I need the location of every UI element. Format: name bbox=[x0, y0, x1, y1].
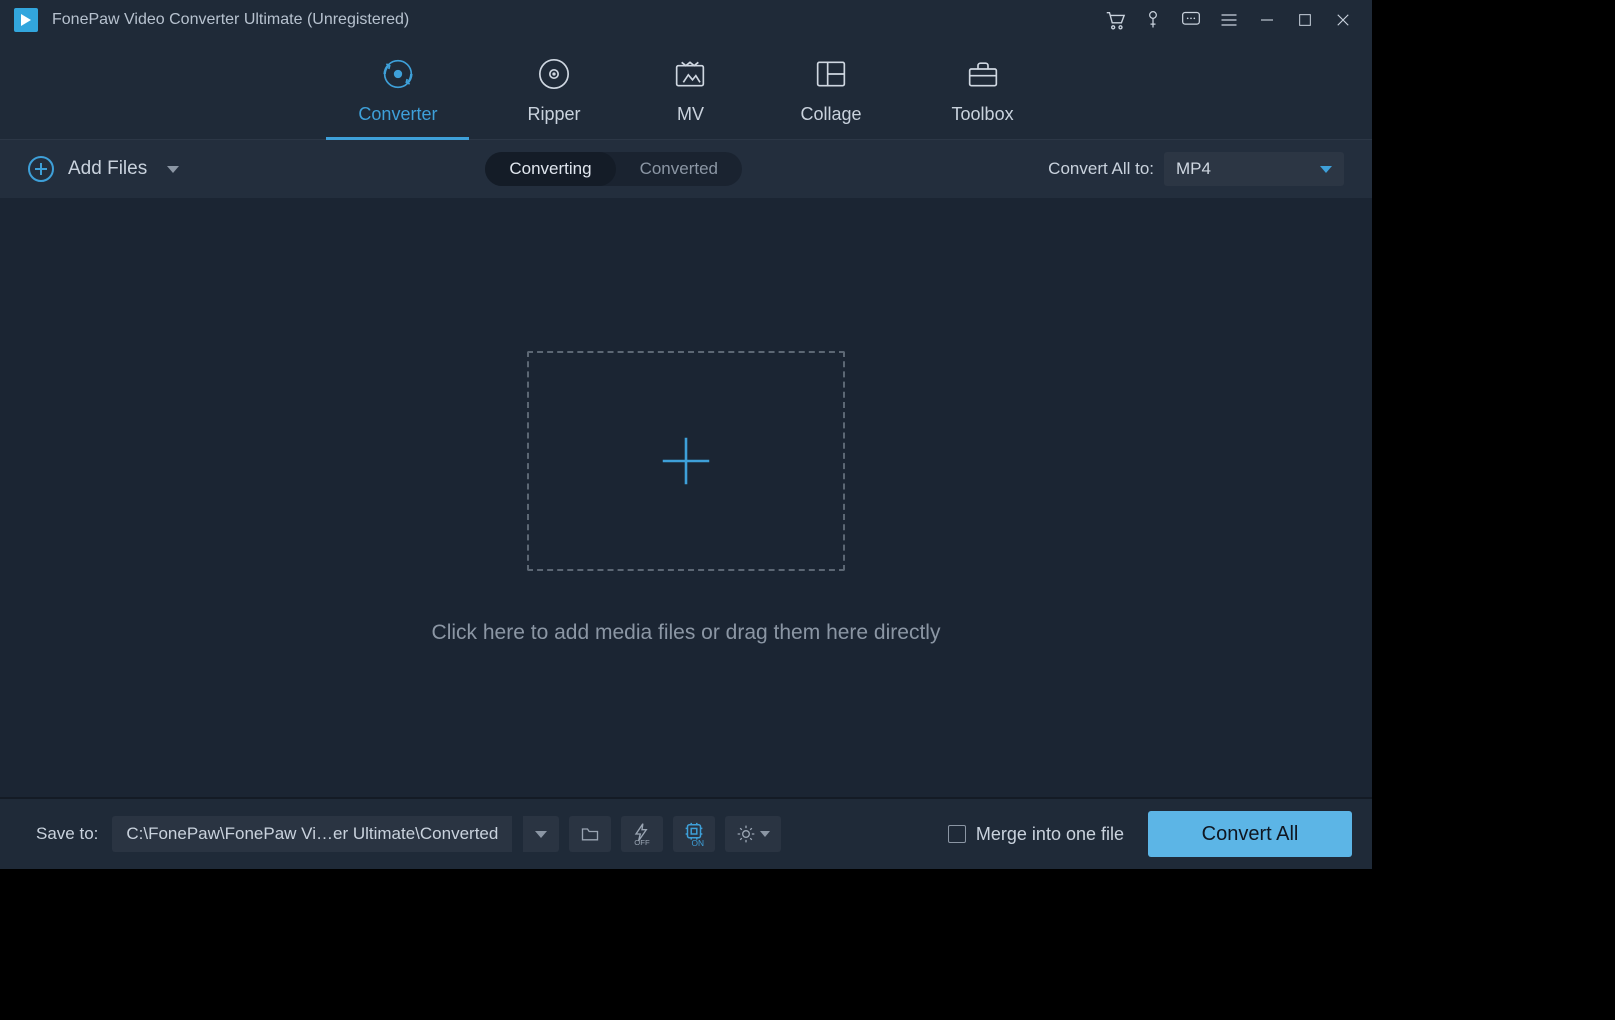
merge-label: Merge into one file bbox=[976, 824, 1124, 845]
close-icon bbox=[1334, 11, 1352, 29]
convert-all-button[interactable]: Convert All bbox=[1148, 811, 1352, 857]
save-to-path[interactable]: C:\FonePaw\FonePaw Vi…er Ultimate\Conver… bbox=[112, 816, 512, 852]
bottom-bar: Save to: C:\FonePaw\FonePaw Vi…er Ultima… bbox=[0, 797, 1372, 869]
tab-converter[interactable]: Converter bbox=[358, 54, 437, 139]
plus-circle-icon bbox=[28, 156, 54, 182]
add-files-button[interactable]: Add Files bbox=[28, 156, 179, 182]
save-to-dropdown[interactable] bbox=[523, 816, 559, 852]
plus-icon bbox=[655, 430, 717, 492]
cart-button[interactable] bbox=[1096, 0, 1134, 40]
key-icon bbox=[1143, 9, 1163, 31]
register-button[interactable] bbox=[1134, 0, 1172, 40]
tab-ripper[interactable]: Ripper bbox=[527, 54, 580, 139]
svg-text:OFF: OFF bbox=[635, 838, 651, 846]
segment-converted[interactable]: Converted bbox=[616, 152, 742, 186]
toolbox-icon bbox=[963, 54, 1003, 94]
collage-icon bbox=[811, 54, 851, 94]
cart-icon bbox=[1104, 9, 1126, 31]
module-tabs: Converter Ripper MV Collage Toolbox bbox=[0, 40, 1372, 140]
segment-converting[interactable]: Converting bbox=[485, 152, 615, 186]
chevron-down-icon bbox=[535, 831, 547, 838]
folder-icon bbox=[579, 824, 601, 844]
add-media-dropzone[interactable] bbox=[527, 351, 845, 571]
convert-all-to-label: Convert All to: bbox=[1048, 159, 1154, 179]
svg-text:ON: ON bbox=[692, 838, 705, 847]
dropzone-hint: Click here to add media files or drag th… bbox=[432, 621, 941, 645]
tab-collage[interactable]: Collage bbox=[800, 54, 861, 139]
save-to-label: Save to: bbox=[36, 824, 98, 844]
main-area: Click here to add media files or drag th… bbox=[0, 198, 1372, 797]
tab-mv-label: MV bbox=[677, 104, 704, 125]
feedback-button[interactable] bbox=[1172, 0, 1210, 40]
tab-converter-label: Converter bbox=[358, 104, 437, 125]
open-output-folder-button[interactable] bbox=[569, 816, 611, 852]
speech-bubble-icon bbox=[1180, 10, 1202, 30]
tab-toolbox-label: Toolbox bbox=[952, 104, 1014, 125]
add-files-label: Add Files bbox=[68, 158, 147, 180]
minimize-icon bbox=[1258, 11, 1276, 29]
disc-icon bbox=[534, 54, 574, 94]
maximize-icon bbox=[1297, 12, 1313, 28]
convert-all-to: Convert All to: MP4 bbox=[1048, 152, 1344, 186]
status-segment: Converting Converted bbox=[485, 152, 742, 186]
chevron-down-icon bbox=[760, 831, 770, 837]
task-settings-button[interactable] bbox=[725, 816, 781, 852]
mv-icon bbox=[670, 54, 710, 94]
menu-icon bbox=[1219, 10, 1239, 30]
gpu-accel-toggle[interactable]: ON bbox=[673, 816, 715, 852]
tab-ripper-label: Ripper bbox=[527, 104, 580, 125]
app-logo-icon bbox=[14, 8, 38, 32]
lightning-icon: OFF bbox=[631, 822, 653, 846]
tab-mv[interactable]: MV bbox=[670, 54, 710, 139]
minimize-button[interactable] bbox=[1248, 0, 1286, 40]
title-bar: FonePaw Video Converter Ultimate (Unregi… bbox=[0, 0, 1372, 40]
merge-into-one-file-checkbox[interactable]: Merge into one file bbox=[948, 824, 1124, 845]
tab-toolbox[interactable]: Toolbox bbox=[952, 54, 1014, 139]
tab-collage-label: Collage bbox=[800, 104, 861, 125]
converter-icon bbox=[378, 54, 418, 94]
sub-toolbar: Add Files Converting Converted Convert A… bbox=[0, 140, 1372, 198]
chevron-down-icon bbox=[167, 166, 179, 173]
high-speed-toggle[interactable]: OFF bbox=[621, 816, 663, 852]
output-format-select[interactable]: MP4 bbox=[1164, 152, 1344, 186]
output-format-value: MP4 bbox=[1176, 159, 1320, 179]
close-button[interactable] bbox=[1324, 0, 1362, 40]
checkbox-icon bbox=[948, 825, 966, 843]
maximize-button[interactable] bbox=[1286, 0, 1324, 40]
menu-button[interactable] bbox=[1210, 0, 1248, 40]
cpu-icon: ON bbox=[682, 821, 706, 847]
gear-icon bbox=[736, 824, 756, 844]
app-window: FonePaw Video Converter Ultimate (Unregi… bbox=[0, 0, 1372, 869]
window-title: FonePaw Video Converter Ultimate (Unregi… bbox=[52, 11, 409, 29]
chevron-down-icon bbox=[1320, 166, 1332, 173]
